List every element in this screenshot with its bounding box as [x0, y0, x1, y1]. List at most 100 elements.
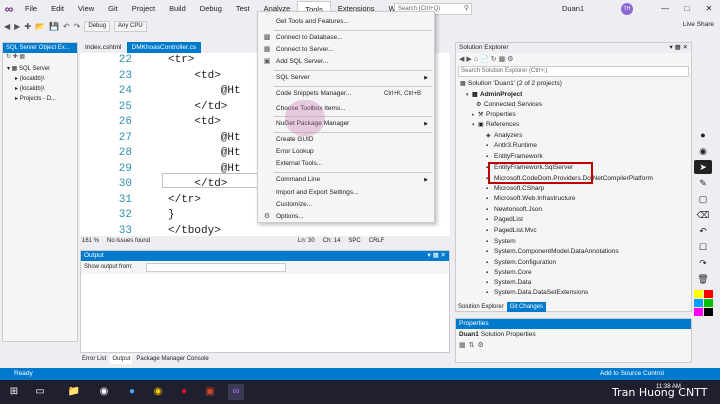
tree-item[interactable]: ▪ EntityFramework — [486, 152, 543, 162]
zoom-level[interactable]: 161 % — [82, 236, 99, 246]
tree-item[interactable]: ▪ Newtonsoft.Json — [486, 205, 542, 215]
tab-package-manager-console[interactable]: Package Manager Console — [134, 354, 210, 364]
new-item-icon[interactable]: ✚ — [24, 22, 31, 31]
properties-toolbar[interactable]: ▦⇅⚙ — [456, 340, 691, 351]
tree-item[interactable]: ▾ ▦ SQL Server — [3, 64, 77, 74]
tab-output[interactable]: Output — [110, 354, 133, 364]
menu-item-add-sql-server[interactable]: ▣ Add SQL Server... — [258, 56, 434, 68]
menu-item-options[interactable]: ⚙ Options... — [258, 211, 434, 223]
spacing-mode[interactable]: SPC — [348, 236, 360, 246]
menu-item-customize[interactable]: Customize... — [258, 199, 434, 211]
panel-controls-icon[interactable]: ▾ ▦ ✕ — [670, 43, 688, 53]
tree-item[interactable]: ▪ Microsoft.Web.Infrastructure — [486, 194, 576, 204]
visual-studio-logo-icon[interactable]: ∞ — [0, 0, 18, 18]
visual-studio-taskbar-icon[interactable]: ∞ — [228, 384, 244, 400]
open-icon[interactable]: 📂 — [35, 22, 45, 31]
tree-item[interactable]: ▸ ⚒ Properties — [472, 110, 516, 120]
menu-item-import-export[interactable]: Import and Export Settings... — [258, 187, 434, 199]
powerpoint-icon[interactable]: ▣ — [202, 384, 218, 400]
menu-item-error-lookup[interactable]: Error Lookup — [258, 146, 434, 158]
color-swatches[interactable] — [694, 290, 714, 316]
add-to-source-control[interactable]: Add to Source Control — [600, 368, 664, 380]
menu-item-choose-toolbox[interactable]: Choose Toolbox Items... — [258, 103, 434, 115]
tree-item[interactable]: ⚙ Connected Services — [476, 100, 542, 110]
solution-search-input[interactable]: Search Solution Explorer (Ctrl+;) — [458, 66, 689, 77]
redo-icon[interactable]: ↷ — [74, 22, 81, 31]
tree-item[interactable]: ▪ PagedList — [486, 215, 523, 225]
tree-item[interactable]: ▾ ▣ References — [472, 120, 519, 130]
platform-dropdown[interactable]: Any CPU — [114, 20, 147, 32]
tree-item[interactable]: ▪ Microsoft.CSharp — [486, 184, 544, 194]
menu-edit[interactable]: Edit — [44, 0, 71, 18]
tree-item[interactable]: ▪ System.Data — [486, 278, 531, 288]
tree-item[interactable]: ▸ (localdb)\ — [3, 74, 77, 84]
menu-item-create-guid[interactable]: Create GUID — [258, 134, 434, 146]
record-icon[interactable]: ● — [176, 384, 192, 400]
windows-start-icon[interactable]: ⊞ — [6, 384, 22, 400]
color-swatch[interactable] — [694, 290, 703, 298]
menu-git[interactable]: Git — [101, 0, 125, 18]
tab-error-list[interactable]: Error List — [80, 354, 108, 364]
avatar[interactable]: TH — [621, 3, 633, 15]
menu-item-connect-database[interactable]: ▩ Connect to Database... — [258, 32, 434, 44]
tab-index-cshtml[interactable]: Index.cshtml — [80, 42, 127, 53]
issues-status[interactable]: No issues found — [107, 236, 150, 246]
menu-debug[interactable]: Debug — [193, 0, 229, 18]
color-swatch[interactable] — [694, 299, 703, 307]
undo-icon[interactable]: ↶ — [694, 224, 712, 238]
chrome-icon[interactable]: ◉ — [150, 384, 166, 400]
menu-view[interactable]: View — [71, 0, 101, 18]
back-icon[interactable]: ◀ — [4, 22, 10, 31]
tree-item-solution[interactable]: ▦ Solution 'Duan1' (2 of 2 projects) — [460, 79, 562, 89]
forward-icon[interactable]: ▶ — [14, 22, 20, 31]
tab-dmkhoas-controller[interactable]: DMKhoasController.cs — [126, 42, 202, 53]
close-icon[interactable]: ✕ — [698, 0, 720, 18]
tree-item[interactable]: ▪ System.Configuration — [486, 258, 556, 268]
tree-item[interactable]: ▪ System — [486, 237, 516, 247]
color-swatch[interactable] — [704, 290, 713, 298]
menu-file[interactable]: File — [18, 0, 44, 18]
rectangle-icon[interactable]: ▢ — [694, 192, 712, 206]
eraser-icon[interactable]: ⌫ — [694, 208, 712, 222]
task-view-icon[interactable]: ▭ — [32, 384, 48, 400]
eye-icon[interactable]: ◉ — [694, 144, 712, 158]
menu-item-external-tools[interactable]: External Tools... — [258, 158, 434, 170]
tree-item[interactable]: ▸ Projects - D... — [3, 94, 77, 104]
redo-icon[interactable]: ↷ — [694, 256, 712, 270]
properties-object-selector[interactable]: Duan1 Solution Properties — [456, 329, 691, 340]
solution-explorer-toolbar[interactable]: ◀▶⌂📄↻▦⚙ — [456, 53, 691, 66]
panel-controls-icon[interactable]: ▾ ▦ ✕ — [428, 251, 446, 261]
menu-item-code-snippets[interactable]: Code Snippets Manager... Ctrl+K, Ctrl+B — [258, 88, 434, 100]
menu-build[interactable]: Build — [162, 0, 193, 18]
menu-item-sql-server[interactable]: SQL Server ▶ — [258, 72, 434, 84]
color-swatch[interactable] — [694, 308, 703, 316]
app-icon[interactable]: ◉ — [96, 384, 112, 400]
menu-project[interactable]: Project — [125, 0, 162, 18]
menu-item-command-line[interactable]: Command Line ▶ — [258, 174, 434, 186]
tree-item[interactable]: ◈ Analyzers — [486, 131, 523, 141]
save-icon[interactable]: 💾 — [49, 22, 59, 31]
menu-item-connect-server[interactable]: ▦ Connect to Server... — [258, 44, 434, 56]
minimize-icon[interactable]: — — [654, 0, 676, 18]
live-share-button[interactable]: Live Share — [683, 21, 714, 28]
menu-item-get-tools[interactable]: Get Tools and Features... — [258, 16, 434, 28]
menu-test[interactable]: Test — [229, 0, 257, 18]
tree-item[interactable]: ▸ (localdb)\ — [3, 84, 77, 94]
tree-item[interactable]: ▪ System.ComponentModel.DataAnnotations — [486, 247, 619, 257]
maximize-icon[interactable]: □ — [676, 0, 698, 18]
pointer-icon[interactable]: ➤ — [694, 160, 712, 174]
tab-solution-explorer[interactable]: Solution Explorer — [455, 302, 507, 312]
config-dropdown[interactable]: Debug — [84, 20, 111, 32]
tree-item[interactable]: ▪ PagedList.Mvc — [486, 226, 537, 236]
tree-item-project[interactable]: ▾ ▩ AdminProject — [466, 90, 522, 100]
color-swatch[interactable] — [704, 299, 713, 307]
edge-icon[interactable]: ● — [124, 384, 140, 400]
pen-tool-icon[interactable]: ● — [694, 128, 712, 142]
undo-icon[interactable]: ↶ — [63, 22, 70, 31]
output-source-dropdown[interactable] — [146, 263, 286, 272]
file-explorer-icon[interactable]: 📁 — [66, 384, 82, 400]
output-text-area[interactable] — [81, 274, 449, 352]
line-ending[interactable]: CRLF — [369, 236, 385, 246]
delete-icon[interactable]: 🗑 — [694, 272, 712, 286]
pencil-icon[interactable]: ✎ — [694, 176, 712, 190]
